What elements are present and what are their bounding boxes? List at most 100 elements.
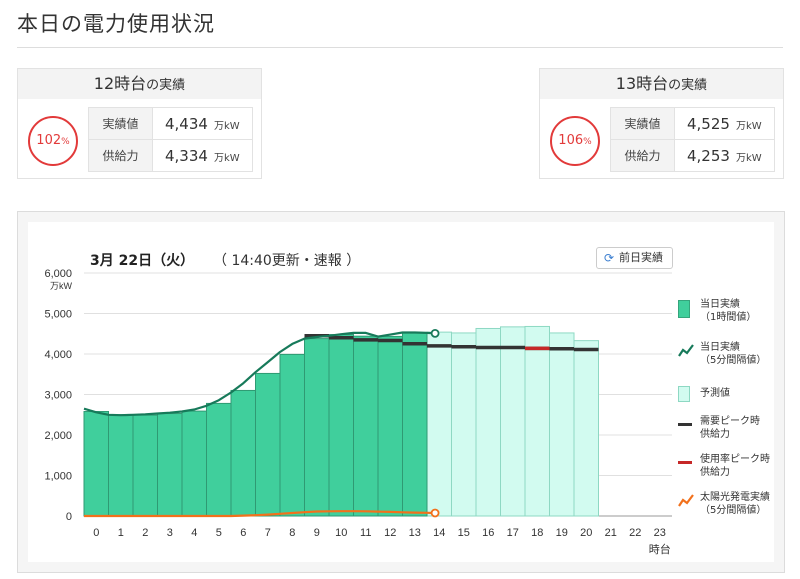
card-header: 13時台の実績 bbox=[540, 69, 783, 99]
actual-bar bbox=[255, 372, 281, 517]
card-hour-label: 12時台 bbox=[93, 74, 147, 93]
result-table: 実績値 4,525 万kW 供給力 4,253 万kW bbox=[610, 107, 775, 172]
result-card-12: 12時台の実績 102% 実績値 4,434 万kW 供給力 4,334 万kW bbox=[17, 68, 262, 179]
x-tick-label: 15 bbox=[458, 527, 470, 539]
y-tick-label: 1,000 bbox=[44, 471, 72, 483]
y-tick-label: 0 bbox=[66, 511, 72, 523]
actual-bar bbox=[157, 413, 183, 517]
legend-text: 供給力 bbox=[700, 467, 730, 478]
actual-bar bbox=[377, 335, 403, 517]
usage-ratio-badge: 106% bbox=[550, 116, 600, 166]
x-tick-label: 18 bbox=[531, 527, 543, 539]
x-tick-label: 6 bbox=[240, 527, 246, 539]
title-divider bbox=[17, 47, 783, 48]
forecast-bar bbox=[475, 327, 501, 517]
supply-label: 供給力 bbox=[610, 139, 675, 172]
legend-swatch bbox=[678, 386, 690, 402]
x-tick-label: 13 bbox=[409, 527, 421, 539]
legend-text: 供給力 bbox=[700, 429, 730, 440]
x-tick-label: 23 bbox=[654, 527, 666, 539]
solar-line-end-point bbox=[430, 508, 440, 518]
legend-text: （5分間隔値） bbox=[700, 355, 767, 366]
usage-ratio-value: 106 bbox=[558, 133, 584, 148]
usage-ratio-unit: % bbox=[61, 137, 70, 147]
legend-swatch bbox=[678, 461, 692, 464]
x-tick-label: 9 bbox=[314, 527, 320, 539]
x-tick-label: 22 bbox=[629, 527, 641, 539]
supply-value: 4,253 bbox=[687, 146, 730, 165]
legend-swatch bbox=[678, 423, 692, 426]
card-suffix: の実績 bbox=[146, 78, 186, 93]
x-tick-label: 4 bbox=[191, 527, 197, 539]
x-tick-label: 7 bbox=[265, 527, 271, 539]
legend-text: 需要ピーク時 bbox=[700, 416, 760, 427]
actual-bar bbox=[108, 414, 134, 517]
actual-5min-line-end-point bbox=[430, 328, 440, 338]
actual-bar bbox=[279, 353, 305, 517]
usage-ratio-value: 102 bbox=[36, 133, 62, 148]
legend-text: （5分間隔値） bbox=[700, 505, 767, 516]
x-tick-label: 8 bbox=[289, 527, 295, 539]
usage-chart: 01,0002,0003,0004,0005,0006,000万kW0 1 2 3 4 5… bbox=[44, 268, 672, 556]
actual-bar bbox=[206, 402, 232, 517]
usage-ratio-unit: % bbox=[583, 137, 592, 147]
unit-label: 万kW bbox=[213, 152, 240, 164]
unit-label: 万kW bbox=[735, 120, 762, 132]
supply-label: 供給力 bbox=[88, 139, 153, 172]
x-tick-label: 2 bbox=[142, 527, 148, 539]
x-tick-label: 16 bbox=[482, 527, 494, 539]
y-tick-label: 3,000 bbox=[44, 390, 72, 402]
legend-text: 使用率ピーク時 bbox=[700, 454, 770, 465]
actual-bar bbox=[402, 332, 428, 517]
supply-value: 4,334 bbox=[165, 146, 208, 165]
card-header: 12時台の実績 bbox=[18, 69, 261, 99]
x-tick-label: 12 bbox=[384, 527, 396, 539]
result-card-13: 13時台の実績 106% 実績値 4,525 万kW 供給力 4,253 万kW bbox=[539, 68, 784, 179]
y-axis-unit: 万kW bbox=[50, 281, 73, 291]
x-tick-label: 17 bbox=[507, 527, 519, 539]
x-tick-label: 19 bbox=[556, 527, 568, 539]
card-suffix: の実績 bbox=[668, 78, 708, 93]
card-hour-label: 13時台 bbox=[615, 74, 669, 93]
chart-panel: 3月 22日（火） （ 14:40更新・速報 ） ⟳ 前日実績 0 1,000 2,0… bbox=[17, 211, 785, 573]
unit-label: 万kW bbox=[213, 120, 240, 132]
forecast-bar bbox=[573, 340, 599, 517]
unit-label: 万kW bbox=[735, 152, 762, 164]
actual-label: 実績値 bbox=[610, 107, 675, 140]
forecast-bar bbox=[549, 332, 575, 517]
result-table: 実績値 4,434 万kW 供給力 4,334 万kW bbox=[88, 107, 253, 172]
actual-value: 4,434 bbox=[165, 114, 208, 133]
x-tick-label: 14 bbox=[433, 527, 445, 539]
legend-swatch bbox=[678, 300, 690, 318]
x-tick-label: 0 bbox=[93, 527, 99, 539]
usage-ratio-badge: 102% bbox=[28, 116, 78, 166]
x-tick-label: 21 bbox=[605, 527, 617, 539]
actual-bar bbox=[328, 334, 354, 517]
actual-bar bbox=[132, 414, 158, 517]
actual-bar bbox=[353, 335, 379, 517]
actual-value: 4,525 bbox=[687, 114, 730, 133]
x-axis-label: 時台 bbox=[649, 542, 671, 556]
forecast-bar bbox=[426, 331, 452, 517]
y-tick-label: 2,000 bbox=[44, 430, 72, 442]
x-tick-label: 10 bbox=[335, 527, 347, 539]
x-tick-label: 5 bbox=[216, 527, 222, 539]
y-tick-label: 5,000 bbox=[44, 309, 72, 321]
legend-line-icon bbox=[678, 344, 694, 357]
legend-text: 太陽光発電実績 bbox=[700, 492, 770, 503]
x-tick-label: 1 bbox=[118, 527, 124, 539]
x-tick-label: 20 bbox=[580, 527, 592, 539]
legend-line-icon bbox=[678, 494, 694, 507]
actual-label: 実績値 bbox=[88, 107, 153, 140]
legend-text: 当日実績 bbox=[700, 342, 740, 353]
y-tick-label: 6,000 bbox=[44, 268, 72, 280]
chart-area: 3月 22日（火） （ 14:40更新・速報 ） ⟳ 前日実績 0 1,000 2,0… bbox=[28, 222, 774, 562]
forecast-bar bbox=[451, 332, 477, 517]
legend-text: 当日実績 bbox=[700, 299, 740, 310]
actual-bar bbox=[181, 410, 207, 517]
actual-bar bbox=[230, 389, 256, 517]
forecast-bar bbox=[500, 326, 526, 517]
forecast-bar bbox=[524, 325, 550, 517]
actual-bar bbox=[83, 411, 109, 517]
y-tick-label: 4,000 bbox=[44, 349, 72, 361]
